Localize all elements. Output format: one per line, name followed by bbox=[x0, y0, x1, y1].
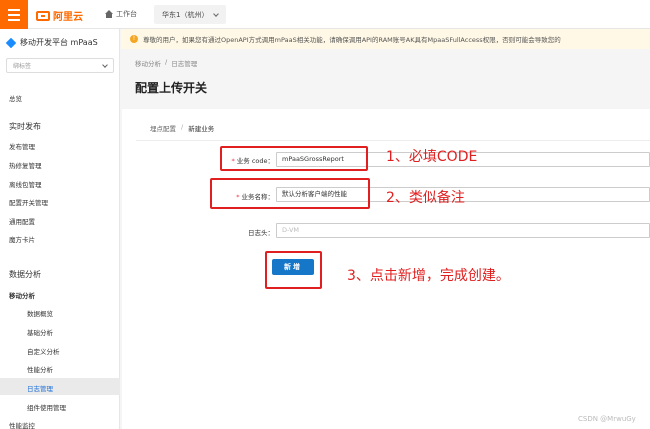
sidebar-item-general-config[interactable]: 通用配置 bbox=[9, 216, 35, 226]
sidebar-item-overview[interactable]: 总览 bbox=[9, 93, 22, 103]
aliyun-logo-icon bbox=[36, 10, 50, 21]
sidebar-item-release[interactable]: 发布管理 bbox=[9, 141, 35, 151]
tag-select-placeholder: 绑标签 bbox=[13, 63, 32, 70]
sidebar-item-performance-monitor[interactable]: 性能监控 bbox=[9, 420, 35, 429]
home-icon bbox=[105, 10, 113, 18]
breadcrumb-log-management[interactable]: 日志管理 bbox=[171, 58, 197, 68]
annotation-step3: 3、点击新增，完成创建。 bbox=[347, 268, 510, 284]
sidebar-item-offline-package[interactable]: 离线包管理 bbox=[9, 179, 42, 189]
card-breadcrumb-separator: / bbox=[181, 123, 184, 131]
watermark: CSDN @MrwuGy bbox=[578, 415, 636, 423]
workbench-label: 工作台 bbox=[116, 10, 137, 18]
tag-select[interactable]: 绑标签 bbox=[6, 58, 114, 73]
annotation-step1: 1、必填CODE bbox=[386, 149, 478, 165]
highlight-box-add bbox=[265, 251, 322, 289]
sidebar-item-log-management[interactable]: 日志管理 bbox=[27, 383, 53, 393]
menu-line bbox=[8, 13, 20, 16]
workbench-link[interactable]: 工作台 bbox=[105, 9, 137, 19]
card-breadcrumb: 埋点配置 / 新建业务 bbox=[150, 123, 214, 133]
page-title: 配置上传开关 bbox=[135, 81, 208, 95]
breadcrumb-separator: / bbox=[165, 58, 168, 66]
sidebar-item-hotfix[interactable]: 热修复管理 bbox=[9, 160, 42, 170]
chevron-down-icon bbox=[102, 61, 108, 68]
mpaas-cube-icon bbox=[5, 37, 17, 48]
sidebar-item-component-usage[interactable]: 组件使用管理 bbox=[27, 402, 66, 412]
card-divider bbox=[136, 140, 650, 141]
sidebar-item-data-overview[interactable]: 数据概览 bbox=[27, 308, 53, 318]
sidebar-section-data-analysis[interactable]: 数据分析 bbox=[9, 269, 41, 280]
sidebar: 移动开发平台 mPaaS 绑标签 总览 实时发布 发布管理 热修复管理 离线包管… bbox=[0, 29, 120, 429]
logo-text: 阿里云 bbox=[53, 12, 83, 23]
sidebar-group-mobile-analysis[interactable]: 移动分析 bbox=[9, 290, 35, 300]
region-label: 华东1（杭州） bbox=[162, 10, 209, 19]
menu-line bbox=[8, 8, 20, 11]
log-header-label: 日志头： bbox=[248, 229, 274, 237]
notice-banner: ! 尊敬的用户，如果您有通过OpenAPI方式调用mPaaS相关功能，请确保调用… bbox=[121, 29, 650, 49]
breadcrumb: 移动分析 / 日志管理 bbox=[135, 58, 197, 68]
annotation-step2: 2、类似备注 bbox=[386, 190, 465, 206]
card-breadcrumb-new-business: 新建业务 bbox=[188, 125, 215, 133]
hamburger-menu-button[interactable] bbox=[0, 0, 28, 29]
sidebar-active-highlight bbox=[0, 378, 120, 395]
notice-text: 尊敬的用户，如果您有通过OpenAPI方式调用mPaaS相关功能，请确保调用AP… bbox=[143, 36, 561, 44]
highlight-box-name bbox=[210, 178, 370, 209]
sidebar-item-performance-analysis[interactable]: 性能分析 bbox=[27, 364, 53, 374]
platform-title: 移动开发平台 mPaaS bbox=[5, 37, 98, 48]
card-breadcrumb-tracking-config[interactable]: 埋点配置 bbox=[150, 123, 176, 133]
platform-title-text: 移动开发平台 mPaaS bbox=[20, 38, 98, 47]
chevron-down-icon bbox=[213, 10, 220, 17]
sidebar-item-basic-analysis[interactable]: 基础分析 bbox=[27, 327, 53, 337]
sidebar-item-cube-card[interactable]: 魔方卡片 bbox=[9, 234, 35, 244]
region-selector[interactable]: 华东1（杭州） bbox=[154, 5, 227, 24]
aliyun-logo[interactable]: 阿里云 bbox=[36, 8, 83, 23]
top-bar: 阿里云 工作台 华东1（杭州） bbox=[0, 0, 650, 29]
highlight-box-code bbox=[220, 146, 368, 171]
sidebar-item-config-switch[interactable]: 配置开关管理 bbox=[9, 197, 48, 207]
breadcrumb-mobile-analysis[interactable]: 移动分析 bbox=[135, 58, 161, 68]
menu-line bbox=[8, 18, 20, 21]
sidebar-item-custom-analysis[interactable]: 自定义分析 bbox=[27, 346, 60, 356]
log-header-input[interactable]: D-VM bbox=[276, 223, 650, 238]
sidebar-section-realtime[interactable]: 实时发布 bbox=[9, 121, 41, 132]
warning-icon: ! bbox=[130, 35, 138, 43]
